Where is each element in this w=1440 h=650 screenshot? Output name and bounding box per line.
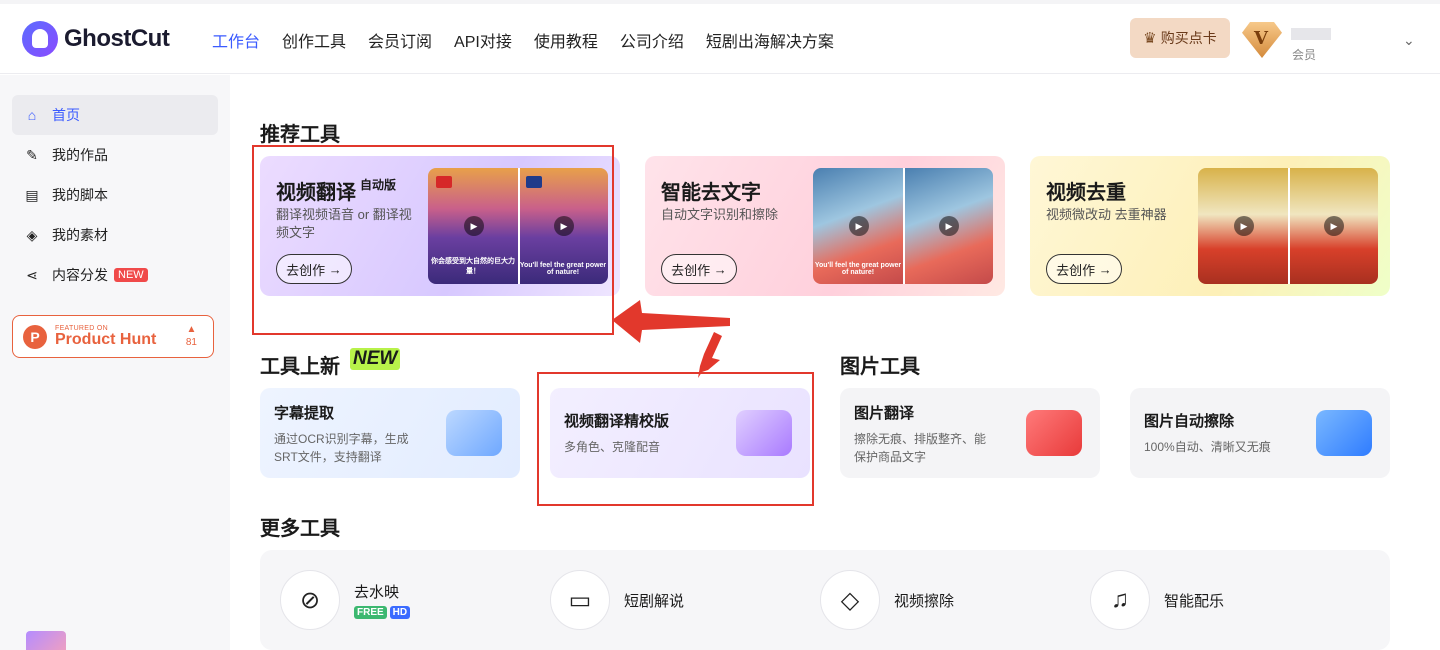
annotation-arrow-down [698,332,722,378]
annotation-arrows [612,300,730,378]
